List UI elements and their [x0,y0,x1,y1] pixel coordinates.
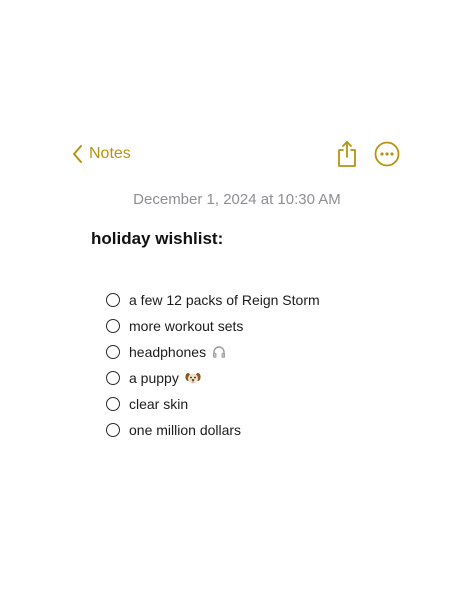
chevron-left-icon [73,145,82,163]
checkbox-circle[interactable] [106,423,120,437]
checklist-item[interactable]: clear skin [106,391,320,417]
checkbox-circle[interactable] [106,345,120,359]
checklist-item[interactable]: a puppy [106,365,320,391]
checklist: a few 12 packs of Reign Storm more worko… [106,287,320,443]
checkbox-circle[interactable] [106,371,120,385]
puppy-icon [185,373,201,384]
checklist-item-text[interactable]: more workout sets [129,318,243,334]
checkbox-circle[interactable] [106,319,120,333]
note-date: December 1, 2024 at 10:30 AM [133,191,341,208]
back-button[interactable]: Notes [71,143,131,165]
checkbox-circle[interactable] [106,293,120,307]
checkbox-circle[interactable] [106,397,120,411]
note-title[interactable]: holiday wishlist: [91,229,223,249]
share-icon[interactable] [334,139,360,169]
checklist-item[interactable]: headphones [106,339,320,365]
headphones-icon [213,346,226,358]
checklist-item-text[interactable]: one million dollars [129,422,241,438]
checklist-item-text[interactable]: a puppy [129,370,179,386]
checklist-item[interactable]: more workout sets [106,313,320,339]
checklist-item-text[interactable]: a few 12 packs of Reign Storm [129,292,320,308]
checklist-item-text[interactable]: headphones [129,344,206,360]
checklist-item[interactable]: a few 12 packs of Reign Storm [106,287,320,313]
notes-screen: Notes December 1, 2024 at 10:30 AM holid… [0,0,474,592]
more-options-icon[interactable] [374,141,400,167]
back-button-label: Notes [89,145,131,162]
checklist-item[interactable]: one million dollars [106,417,320,443]
checklist-item-text[interactable]: clear skin [129,396,188,412]
